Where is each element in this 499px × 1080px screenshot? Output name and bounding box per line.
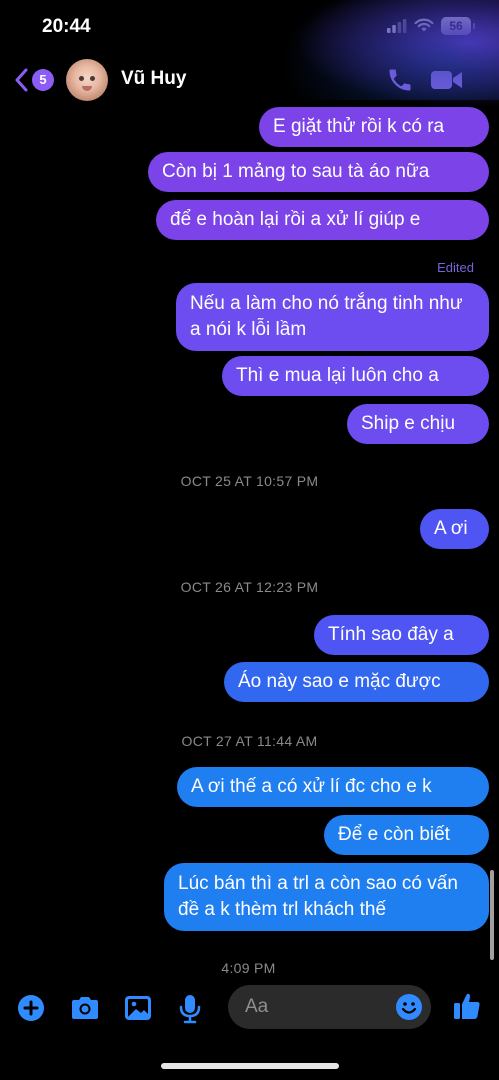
message-input-placeholder: Aa [245,996,269,1017]
edited-label: Edited [437,260,474,275]
timestamp: OCT 27 AT 11:44 AM [181,733,318,749]
message-bubble[interactable]: Thì e mua lại luôn cho a [222,356,489,396]
scrollbar-thumb[interactable] [490,870,494,960]
timestamp: 4:09 PM [221,960,276,976]
chevron-left-icon [15,68,28,92]
message-bubble[interactable]: Áo này sao e mặc được [224,662,489,702]
message-bubble[interactable]: E giặt thử rồi k có ra [259,107,489,147]
add-plus-icon[interactable] [17,994,45,1022]
avatar-mouth [82,86,92,91]
avatar-eye [79,76,84,81]
message-bubble[interactable]: Để e còn biết [324,815,489,855]
gallery-image-icon[interactable] [123,994,153,1022]
status-time: 20:44 [42,16,91,37]
message-composer: Aa [0,980,499,1038]
avatar-eye [90,76,95,81]
emoji-icon[interactable] [395,993,423,1021]
timestamp: OCT 25 AT 10:57 PM [180,473,319,489]
home-indicator[interactable] [161,1063,339,1069]
composer-glow [279,0,499,100]
message-bubble[interactable]: Lúc bán thì a trl a còn sao có vấn đề a … [164,863,489,931]
message-bubble[interactable]: để e hoàn lại rồi a xử lí giúp e [156,200,489,240]
message-input[interactable]: Aa [228,985,431,1029]
message-bubble[interactable]: Ship e chịu [347,404,489,444]
message-bubble[interactable]: Tính sao đây a [314,615,489,655]
timestamp: OCT 26 AT 12:23 PM [180,579,319,595]
unread-count-badge: 5 [32,69,54,91]
microphone-icon[interactable] [178,994,202,1024]
message-bubble[interactable]: Nếu a làm cho nó trắng tinh như a nói k … [176,283,489,351]
camera-icon[interactable] [69,994,101,1022]
contact-name[interactable]: Vũ Huy [121,68,186,90]
contact-avatar[interactable] [66,59,108,101]
thumbs-up-icon[interactable] [452,991,482,1021]
message-bubble[interactable]: A ơi [420,509,489,549]
back-button[interactable]: 5 [12,66,72,94]
message-bubble[interactable]: Còn bị 1 mảng to sau tà áo nữa [148,152,489,192]
message-bubble[interactable]: A ơi thế a có xử lí đc cho e k [177,767,489,807]
